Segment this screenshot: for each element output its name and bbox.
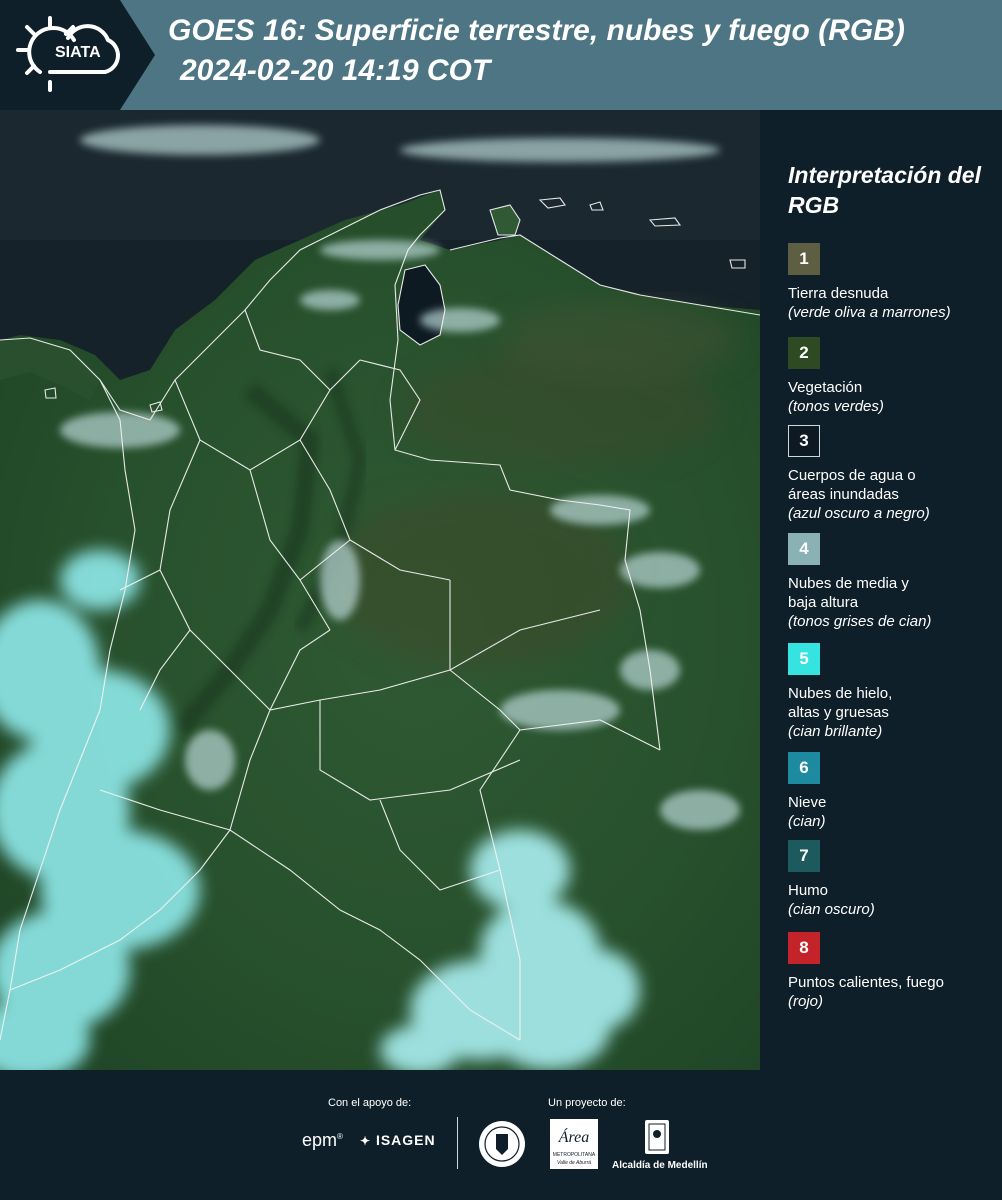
legend-item-name: Vegetación: [788, 379, 863, 396]
legend-item: 4 Nubes de media y baja altura (tonos gris…: [788, 533, 998, 631]
epm-logo[interactable]: epm®: [302, 1130, 343, 1151]
legend-title: Interpretación del RGB: [788, 162, 981, 218]
legend-item-name: Puntos calientes, fuego: [788, 974, 944, 991]
page-title: GOES 16: Superficie terrestre, nubes y f…: [168, 14, 905, 47]
legend-swatch: 5: [788, 643, 820, 675]
siata-logo[interactable]: SIATA: [0, 0, 155, 110]
legend-item-name: Tierra desnuda: [788, 285, 889, 302]
legend-swatch: 2: [788, 337, 820, 369]
legend-item-desc: (rojo): [788, 993, 824, 1010]
header-bar: SIATA GOES 16: Superficie terrestre, nub…: [0, 0, 1002, 110]
legend-item-desc: (tonos verdes): [788, 398, 884, 415]
legend-item: 7 Humo (cian oscuro): [788, 840, 998, 919]
legend-item-name: Nubes de hielo, altas y gruesas: [788, 685, 893, 721]
legend-item-desc: (verde oliva a marrones): [788, 304, 951, 321]
isagen-logo[interactable]: ✦ ISAGEN: [360, 1132, 436, 1148]
satellite-map[interactable]: [0, 110, 760, 1070]
alcaldia-shield-icon[interactable]: [643, 1118, 671, 1158]
legend-swatch: 6: [788, 752, 820, 784]
legend-item: 3 Cuerpos de agua o áreas inundadas (azul …: [788, 425, 998, 523]
legend-item-name: Nubes de media y baja altura: [788, 575, 909, 611]
legend-item-desc: (tonos grises de cian): [788, 613, 932, 630]
legend-item-desc: (azul oscuro a negro): [788, 505, 930, 522]
logo-text: SIATA: [55, 44, 101, 61]
rgb-legend: Interpretación del RGB: [788, 160, 988, 238]
legend-item-desc: (cian): [788, 813, 826, 830]
legend-item: 1 Tierra desnuda (verde oliva a marrones): [788, 243, 998, 322]
legend-item-name: Nieve: [788, 794, 827, 811]
universidad-seal-icon[interactable]: [477, 1119, 527, 1169]
legend-swatch: 8: [788, 932, 820, 964]
area-caption: METROPOLITANA: [552, 1152, 596, 1158]
area-subcaption: Valle de Aburrá: [556, 1160, 592, 1166]
area-metropolitana-logo[interactable]: Área METROPOLITANA Valle de Aburrá: [550, 1119, 598, 1169]
legend-item: 2 Vegetación (tonos verdes): [788, 337, 998, 416]
page-timestamp: 2024-02-20 14:19 COT: [180, 54, 491, 87]
satellite-image: [0, 110, 760, 1070]
legend-item: 6 Nieve (cian): [788, 752, 998, 831]
legend-item-desc: (cian oscuro): [788, 901, 875, 918]
epm-text: epm: [302, 1130, 338, 1150]
legend-item: 8 Puntos calientes, fuego (rojo): [788, 932, 998, 1011]
area-name: Área: [558, 1129, 590, 1146]
legend-swatch: 1: [788, 243, 820, 275]
footer-divider: [457, 1117, 458, 1169]
project-label: Un proyecto de:: [548, 1097, 626, 1109]
alcaldia-caption: Alcaldía de Medellín: [612, 1160, 708, 1171]
legend-item: 5 Nubes de hielo, altas y gruesas (cian br…: [788, 643, 998, 741]
legend-swatch: 7: [788, 840, 820, 872]
legend-item-name: Humo: [788, 882, 829, 899]
legend-swatch: 4: [788, 533, 820, 565]
support-label: Con el apoyo de:: [328, 1097, 412, 1109]
legend-item-desc: (cian brillante): [788, 723, 883, 740]
isagen-text: ISAGEN: [375, 1132, 436, 1148]
isagen-icon: ✦: [360, 1134, 372, 1148]
legend-swatch: 3: [788, 425, 820, 457]
legend-item-name: Cuerpos de agua o áreas inundadas: [788, 467, 916, 503]
